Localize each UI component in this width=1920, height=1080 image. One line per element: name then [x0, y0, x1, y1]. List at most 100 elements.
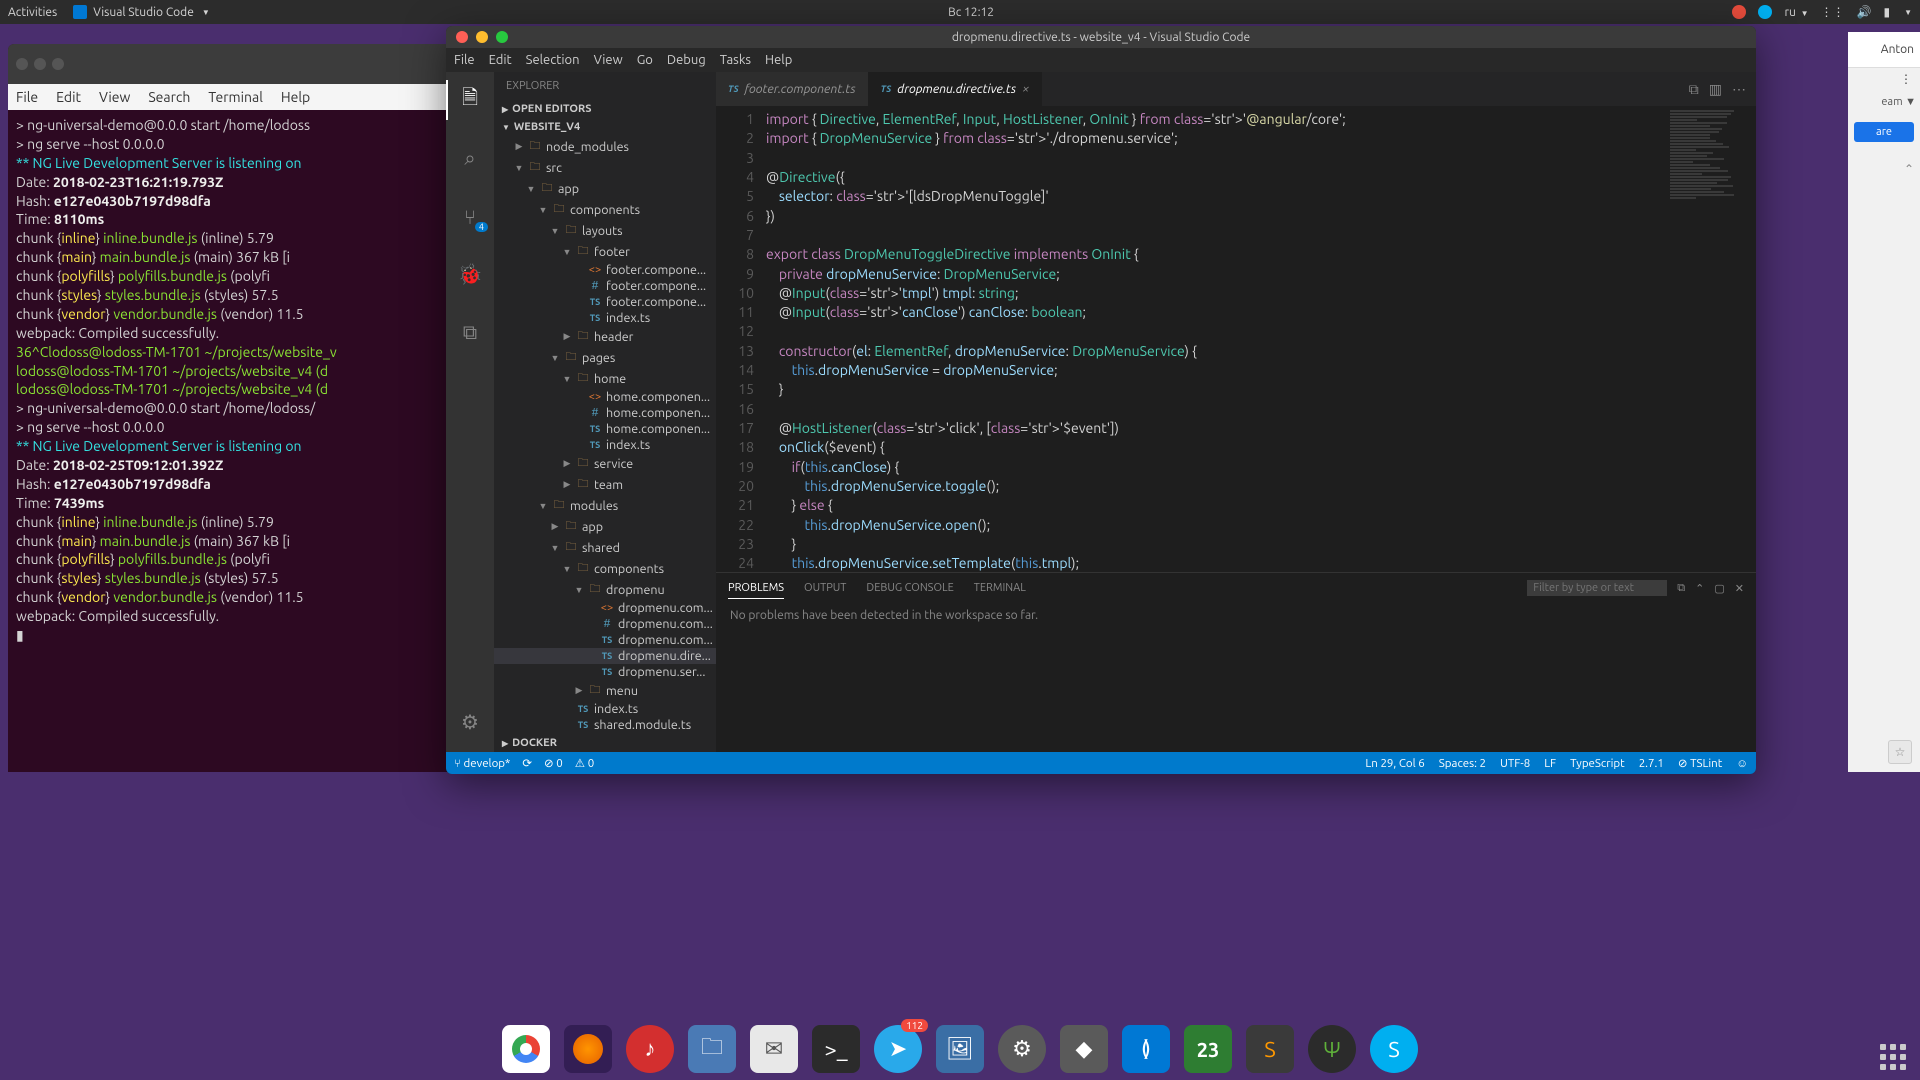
panel-tab-terminal[interactable]: TERMINAL — [974, 578, 1026, 598]
files-icon[interactable]: 🗀 — [688, 1025, 736, 1073]
tree-item[interactable]: ▼🗀components — [494, 558, 716, 579]
sync-button[interactable]: ⟳ — [522, 756, 532, 770]
ts-version[interactable]: 2.7.1 — [1639, 757, 1664, 770]
music-app-icon[interactable]: ♪ — [626, 1025, 674, 1073]
docker-section[interactable]: ▶DOCKER — [494, 734, 716, 752]
telegram-icon[interactable]: ➤112 — [874, 1025, 922, 1073]
tree-item[interactable]: ▶🗀service — [494, 453, 716, 474]
project-section[interactable]: ▼WEBSITE_V4 — [494, 118, 716, 136]
tree-item[interactable]: TSfooter.compone... — [494, 294, 716, 310]
tree-item[interactable]: TSdropmenu.com... — [494, 632, 716, 648]
menu-edit[interactable]: Edit — [56, 89, 81, 105]
menu-go[interactable]: Go — [637, 53, 653, 67]
tree-item[interactable]: TSdropmenu.ser... — [494, 664, 716, 680]
volume-icon[interactable]: 🔊 — [1857, 5, 1872, 19]
tree-item[interactable]: ▶🗀node_modules — [494, 136, 716, 157]
vscode-titlebar[interactable]: dropmenu.directive.ts - website_v4 - Vis… — [446, 26, 1756, 48]
open-editors-section[interactable]: ▶OPEN EDITORS — [494, 100, 716, 118]
window-button[interactable] — [52, 58, 64, 70]
code-editor[interactable]: 1234567891011121314151617181920212223242… — [716, 106, 1756, 572]
tree-item[interactable]: ▼🗀app — [494, 178, 716, 199]
chrome-icon[interactable] — [502, 1025, 550, 1073]
tree-item[interactable]: ▼🗀dropmenu — [494, 579, 716, 600]
editor-tab[interactable]: TSdropmenu.directive.ts× — [869, 72, 1043, 106]
menu-view[interactable]: View — [594, 53, 623, 67]
menu-selection[interactable]: Selection — [526, 53, 580, 67]
gitkraken-icon[interactable]: Ψ — [1308, 1025, 1356, 1073]
tree-item[interactable]: #dropmenu.com... — [494, 616, 716, 632]
wifi-icon[interactable]: ⋮⋮ — [1821, 5, 1845, 19]
explorer-activity[interactable]: 🗎 — [446, 80, 494, 120]
tree-item[interactable]: ▼🗀modules — [494, 495, 716, 516]
tree-item[interactable]: ▶🗀menu — [494, 680, 716, 701]
feedback-icon[interactable]: ☺ — [1736, 757, 1748, 770]
search-activity[interactable]: ⌕ — [446, 138, 494, 178]
more-icon[interactable]: ⋯ — [1732, 81, 1746, 98]
tree-item[interactable]: ▼🗀home — [494, 368, 716, 389]
debug-activity[interactable]: 🐞 — [446, 254, 494, 294]
eol[interactable]: LF — [1544, 757, 1556, 770]
tray-skype-icon[interactable] — [1758, 5, 1772, 19]
menu-edit[interactable]: Edit — [489, 53, 512, 67]
sublime-icon[interactable]: S — [1246, 1025, 1294, 1073]
cursor-position[interactable]: Ln 29, Col 6 — [1365, 757, 1424, 770]
panel-tab-debug-console[interactable]: DEBUG CONSOLE — [866, 578, 953, 598]
scm-activity[interactable]: ⑂4 — [446, 196, 494, 236]
minimap[interactable] — [1666, 106, 1756, 572]
tree-item[interactable]: TSindex.ts — [494, 437, 716, 453]
editor-tab[interactable]: TSfooter.component.ts — [716, 72, 869, 106]
battery-icon[interactable]: ▮ — [1883, 5, 1890, 19]
tree-item[interactable]: TSshared.module.ts — [494, 717, 716, 733]
tree-item[interactable]: TSdropmenu.dire... — [494, 648, 716, 664]
more-icon[interactable]: ⋮ — [1848, 68, 1920, 90]
extensions-activity[interactable]: ⧉ — [446, 312, 494, 352]
chevron-down-icon[interactable]: ▼ — [1904, 8, 1912, 17]
menu-help[interactable]: Help — [281, 89, 310, 105]
keyboard-layout[interactable]: ru ▼ — [1784, 6, 1808, 19]
tree-item[interactable]: ▶🗀header — [494, 326, 716, 347]
menu-file[interactable]: File — [16, 89, 38, 105]
tree-item[interactable]: <>footer.compone... — [494, 262, 716, 278]
git-branch[interactable]: ⑂ develop* — [454, 757, 510, 770]
window-button[interactable] — [34, 58, 46, 70]
tree-item[interactable]: ▼🗀shared — [494, 537, 716, 558]
tree-item[interactable]: TSindex.ts — [494, 701, 716, 717]
tree-item[interactable]: TShome.componen... — [494, 421, 716, 437]
tree-item[interactable]: <>dropmenu.com... — [494, 600, 716, 616]
star-icon[interactable]: ☆ — [1888, 740, 1912, 764]
settings-activity[interactable]: ⚙ — [446, 702, 494, 742]
errors-count[interactable]: ⊘ 0 — [544, 756, 563, 770]
tree-item[interactable]: ▼🗀footer — [494, 241, 716, 262]
tree-item[interactable]: ▼🗀pages — [494, 347, 716, 368]
split-editor-icon[interactable]: ▥ — [1709, 81, 1722, 98]
menu-debug[interactable]: Debug — [667, 53, 706, 67]
show-apps-icon[interactable] — [1880, 1044, 1906, 1070]
panel-tab-output[interactable]: OUTPUT — [804, 578, 846, 598]
vscode-dock-icon[interactable]: ≬ — [1122, 1025, 1170, 1073]
menu-search[interactable]: Search — [148, 89, 190, 105]
tree-item[interactable]: ▼🗀src — [494, 157, 716, 178]
menu-help[interactable]: Help — [765, 53, 792, 67]
terminal-icon[interactable]: >_ — [812, 1025, 860, 1073]
tree-item[interactable]: #home.componen... — [494, 405, 716, 421]
tree-item[interactable]: TSindex.ts — [494, 310, 716, 326]
encoding[interactable]: UTF-8 — [1500, 757, 1530, 770]
inkscape-icon[interactable]: ◆ — [1060, 1025, 1108, 1073]
menu-terminal[interactable]: Terminal — [208, 89, 263, 105]
tree-item[interactable]: ▼🗀components — [494, 199, 716, 220]
warnings-count[interactable]: ⚠ 0 — [575, 756, 594, 770]
tree-item[interactable]: ▼🗀layouts — [494, 220, 716, 241]
window-button[interactable] — [16, 58, 28, 70]
close-panel-icon[interactable]: ✕ — [1735, 582, 1744, 595]
photos-icon[interactable]: 🖼 — [936, 1025, 984, 1073]
tree-item[interactable]: ▶🗀team — [494, 474, 716, 495]
menu-tasks[interactable]: Tasks — [720, 53, 751, 67]
calendar-icon[interactable]: 23 — [1184, 1025, 1232, 1073]
firefox-icon[interactable] — [564, 1025, 612, 1073]
expand-icon[interactable]: ⌃ — [1904, 162, 1914, 176]
panel-tab-problems[interactable]: PROBLEMS — [728, 578, 784, 599]
indentation[interactable]: Spaces: 2 — [1439, 757, 1486, 770]
menu-file[interactable]: File — [454, 53, 475, 67]
active-app-indicator[interactable]: Visual Studio Code ▼ — [73, 5, 210, 19]
maximize-panel-icon[interactable]: ▢ — [1714, 582, 1724, 595]
